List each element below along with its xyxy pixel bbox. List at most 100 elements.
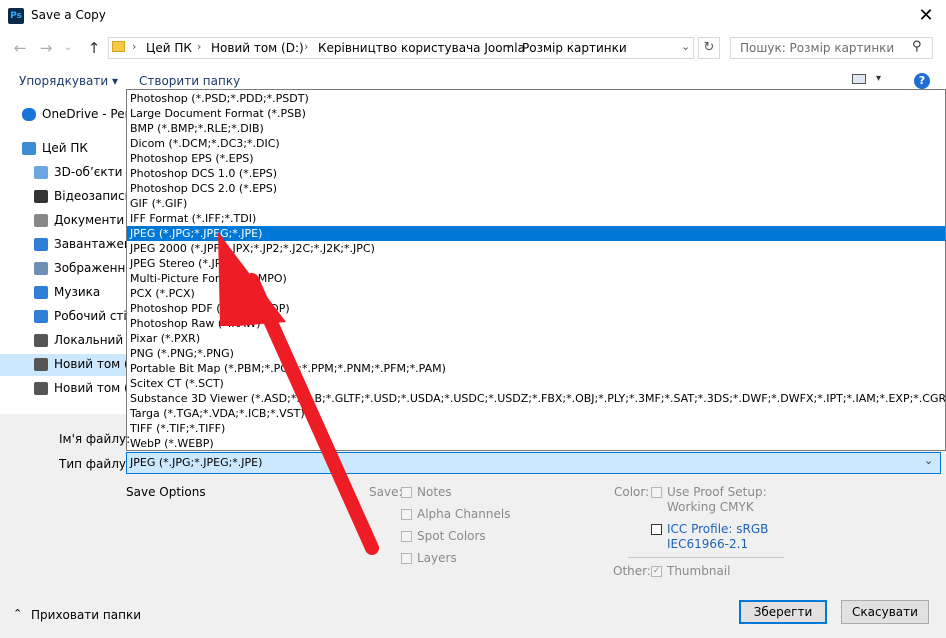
thumbnail-label: Thumbnail bbox=[667, 564, 731, 578]
sidebar-item[interactable]: Завантаження bbox=[0, 234, 126, 256]
filename-label: Ім'я файлу: bbox=[59, 432, 131, 446]
breadcrumb-separator-icon: › bbox=[507, 40, 512, 53]
sidebar-item[interactable]: Новий том (D bbox=[0, 354, 126, 376]
sidebar-item[interactable]: Документи bbox=[0, 210, 126, 232]
filetype-option[interactable]: Photoshop (*.PSD;*.PDD;*.PSDT) bbox=[127, 91, 945, 106]
filetype-option[interactable]: BMP (*.BMP;*.RLE;*.DIB) bbox=[127, 121, 945, 136]
view-chevron-icon[interactable]: ▾ bbox=[876, 73, 881, 84]
sidebar-item[interactable]: OneDrive - Pers bbox=[0, 104, 126, 126]
navigation-pane: OneDrive - Pers Цей ПК 3D-об’єкти Відеозапи… bbox=[0, 94, 126, 414]
filetype-option[interactable]: TIFF (*.TIF;*.TIFF) bbox=[127, 421, 945, 436]
title-bar bbox=[0, 0, 946, 32]
sidebar-item[interactable]: Новий том (E bbox=[0, 378, 126, 400]
filetype-option[interactable]: PNG (*.PNG;*.PNG) bbox=[127, 346, 945, 361]
hide-folders-button[interactable]: Приховати папки bbox=[31, 608, 141, 622]
sidebar-item-label: Відеозаписи bbox=[54, 189, 126, 203]
desktop-icon bbox=[34, 310, 48, 323]
address-dropdown-icon[interactable]: ⌄ bbox=[681, 40, 690, 53]
sidebar-item-label: Документи bbox=[54, 213, 125, 227]
icc-profile-checkbox[interactable] bbox=[651, 524, 662, 535]
breadcrumb-item[interactable]: Цей ПК bbox=[146, 41, 192, 55]
sidebar-item-label: Завантаження bbox=[54, 237, 126, 251]
drive-icon bbox=[34, 382, 48, 395]
picture-icon bbox=[34, 262, 48, 275]
filetype-option[interactable]: Large Document Format (*.PSB) bbox=[127, 106, 945, 121]
other-label: Other: bbox=[613, 564, 651, 578]
alpha-channels-checkbox[interactable] bbox=[401, 509, 412, 520]
spot-colors-checkbox[interactable] bbox=[401, 531, 412, 542]
cancel-button[interactable]: Скасувати bbox=[841, 600, 929, 624]
filetype-option[interactable]: Multi-Picture Format (*.MPO) bbox=[127, 271, 945, 286]
chevron-down-icon[interactable]: ⌄ bbox=[924, 454, 933, 467]
spot-colors-label: Spot Colors bbox=[417, 529, 486, 543]
filetype-option[interactable]: Scitex CT (*.SCT) bbox=[127, 376, 945, 391]
sidebar-item[interactable]: Музика bbox=[0, 282, 126, 304]
divider bbox=[628, 557, 784, 558]
breadcrumb-separator-icon: › bbox=[304, 40, 309, 53]
icc-profile-detail: IEC61966-2.1 bbox=[667, 537, 749, 551]
filetype-option[interactable]: Dicom (*.DCM;*.DC3;*.DIC) bbox=[127, 136, 945, 151]
chevron-up-icon[interactable]: ⌃ bbox=[13, 607, 22, 620]
sidebar-item-label: Новий том (D bbox=[54, 357, 126, 371]
search-placeholder: Пошук: Розмір картинки bbox=[740, 41, 895, 55]
up-arrow-icon[interactable]: ↑ bbox=[84, 39, 104, 57]
sidebar-item[interactable]: Локальний ди bbox=[0, 330, 126, 352]
filetype-option[interactable]: Targa (*.TGA;*.VDA;*.ICB;*.VST) bbox=[127, 406, 945, 421]
sidebar-item[interactable]: Цей ПК bbox=[0, 138, 126, 160]
save-options-title: Save Options bbox=[126, 485, 206, 499]
filetype-value: JPEG (*.JPG;*.JPEG;*.JPE) bbox=[130, 456, 263, 469]
icc-profile-label: ICC Profile: sRGB bbox=[667, 522, 769, 536]
notes-checkbox[interactable] bbox=[401, 487, 412, 498]
search-icon[interactable]: ⚲ bbox=[912, 39, 922, 54]
sidebar-item[interactable]: Робочий стіл bbox=[0, 306, 126, 328]
window-title: Save a Copy bbox=[31, 8, 106, 22]
filetype-option[interactable]: Photoshop EPS (*.EPS) bbox=[127, 151, 945, 166]
filetype-option[interactable]: Pixar (*.PXR) bbox=[127, 331, 945, 346]
sidebar-item[interactable]: 3D-об’єкти bbox=[0, 162, 126, 184]
refresh-icon[interactable]: ↻ bbox=[698, 37, 720, 59]
view-options-icon[interactable] bbox=[852, 74, 866, 84]
organize-button[interactable]: Упорядкувати ▾ bbox=[19, 74, 118, 88]
filetype-option[interactable]: Photoshop DCS 1.0 (*.EPS) bbox=[127, 166, 945, 181]
filetype-option[interactable]: GIF (*.GIF) bbox=[127, 196, 945, 211]
breadcrumb-separator-icon: › bbox=[132, 40, 137, 53]
filetype-option[interactable]: JPEG 2000 (*.JPF;*.JPX;*.JP2;*.J2C;*.J2K… bbox=[127, 241, 945, 256]
thumbnail-checkbox[interactable]: ✓ bbox=[651, 566, 662, 577]
close-button[interactable]: ✕ bbox=[912, 4, 940, 28]
alpha-channels-label: Alpha Channels bbox=[417, 507, 511, 521]
download-icon bbox=[34, 238, 48, 251]
filetype-option[interactable]: Substance 3D Viewer (*.ASD;*.GLB;*.GLTF;… bbox=[127, 391, 945, 406]
back-arrow-icon[interactable]: ← bbox=[10, 39, 30, 57]
breadcrumb-item[interactable]: Керівництво користувача Joomla bbox=[318, 41, 525, 55]
filetype-option[interactable]: JPEG Stereo (*.JPS) bbox=[127, 256, 945, 271]
save-button[interactable]: Зберегти bbox=[739, 600, 827, 624]
filetype-option[interactable]: Photoshop DCS 2.0 (*.EPS) bbox=[127, 181, 945, 196]
filetype-option[interactable]: Portable Bit Map (*.PBM;*.PGM;*.PPM;*.PN… bbox=[127, 361, 945, 376]
music-icon bbox=[34, 286, 48, 299]
sidebar-item[interactable]: Зображення bbox=[0, 258, 126, 280]
use-proof-checkbox[interactable] bbox=[651, 487, 662, 498]
photoshop-app-icon: Ps bbox=[8, 8, 24, 24]
color-label: Color: bbox=[614, 485, 650, 499]
filetype-option[interactable]: PCX (*.PCX) bbox=[127, 286, 945, 301]
sidebar-item[interactable]: Відеозаписи bbox=[0, 186, 126, 208]
filetype-option[interactable]: Photoshop Raw (*.RAW) bbox=[127, 316, 945, 331]
filetype-label: Тип файлу: bbox=[59, 457, 131, 471]
film-icon bbox=[34, 190, 48, 203]
filetype-option[interactable]: JPEG (*.JPG;*.JPEG;*.JPE) bbox=[127, 226, 945, 241]
sidebar-item-label: Зображення bbox=[54, 261, 126, 275]
sidebar-item-label: Робочий стіл bbox=[54, 309, 126, 323]
filetype-option[interactable]: WebP (*.WEBP) bbox=[127, 436, 945, 450]
breadcrumb-item[interactable]: Розмір картинки bbox=[522, 41, 627, 55]
layers-checkbox[interactable] bbox=[401, 553, 412, 564]
help-icon[interactable]: ? bbox=[914, 73, 930, 89]
drive-icon bbox=[34, 358, 48, 371]
forward-arrow-icon[interactable]: → bbox=[36, 39, 56, 57]
recent-chevron-icon[interactable]: ⌄ bbox=[58, 39, 78, 57]
notes-label: Notes bbox=[417, 485, 452, 499]
new-folder-button[interactable]: Створити папку bbox=[139, 74, 240, 88]
filetype-option[interactable]: Photoshop PDF (*.PDF;*.PDP) bbox=[127, 301, 945, 316]
filetype-option[interactable]: IFF Format (*.IFF;*.TDI) bbox=[127, 211, 945, 226]
breadcrumb-item[interactable]: Новий том (D:) bbox=[211, 41, 304, 55]
filetype-dropdown-list[interactable]: Photoshop (*.PSD;*.PDD;*.PSDT) Large Docu… bbox=[126, 89, 946, 451]
